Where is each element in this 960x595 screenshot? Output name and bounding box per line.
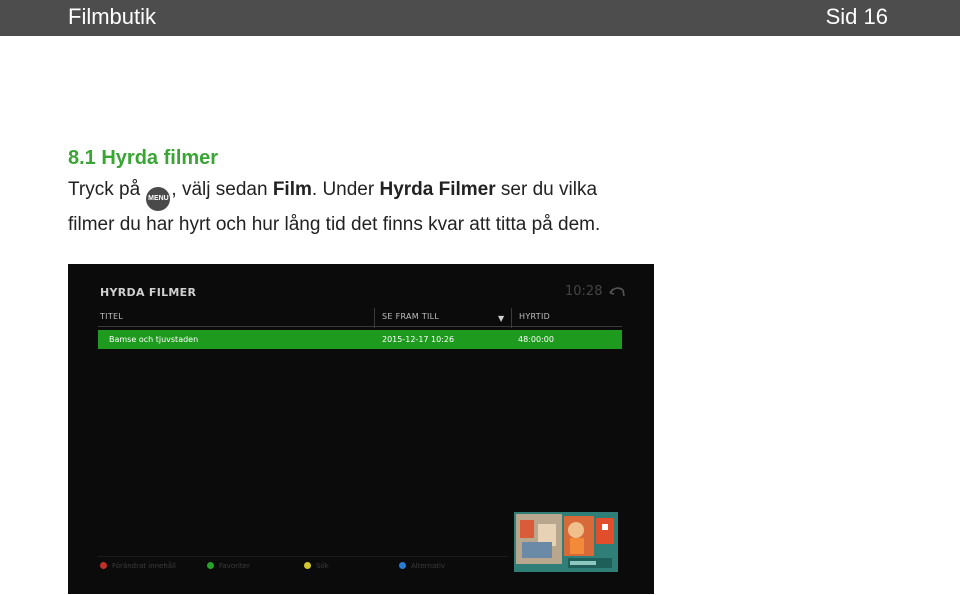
row-title: Bamse och tjuvstaden [109, 335, 199, 344]
green-button-icon [207, 562, 214, 569]
row-watch-until: 2015-12-17 10:26 [382, 335, 455, 344]
column-header-watch-until[interactable]: SE FRAM TILL [382, 312, 439, 330]
text-segment: , välj sedan [171, 179, 273, 200]
page-number: Sid 16 [825, 4, 888, 29]
legend-red[interactable]: Förändrat innehåll [100, 562, 176, 570]
legend-green[interactable]: Favoriter [207, 562, 250, 570]
text-segment: filmer du har hyrt och hur lång tid det … [68, 214, 601, 235]
text-segment: ser du vilka [495, 179, 598, 200]
column-divider [511, 308, 512, 328]
footer-divider [98, 556, 508, 557]
legend-label: Alternativ [411, 562, 446, 570]
hyrda-filmer-term: Hyrda Filmer [379, 179, 496, 200]
page-header: Filmbutik Sid 16 [0, 0, 960, 36]
text-segment: Tryck på [68, 179, 146, 200]
table-row[interactable]: Bamse och tjuvstaden 2015-12-17 10:26 48… [98, 330, 622, 349]
tv-screenshot: HYRDA FILMER 10:28 TITEL SE FRAM TILL ▼ … [68, 264, 654, 594]
row-rental-time: 48:00:00 [518, 335, 554, 344]
red-button-icon [100, 562, 107, 569]
blue-button-icon [399, 562, 406, 569]
back-arrow-icon [609, 287, 625, 297]
header-divider [98, 326, 622, 327]
header-title: Filmbutik [68, 4, 157, 29]
movie-preview-thumbnail [514, 512, 618, 572]
menu-button-icon: MENU [146, 187, 171, 211]
legend-label: Förändrat innehåll [112, 562, 176, 570]
yellow-button-icon [304, 562, 311, 569]
text-segment: . Under [311, 179, 380, 200]
tv-screen-title: HYRDA FILMER [100, 286, 197, 299]
legend-yellow[interactable]: Sök [304, 562, 329, 570]
legend-label: Favoriter [219, 562, 250, 570]
legend-blue[interactable]: Alternativ [399, 562, 445, 570]
film-term: Film [272, 179, 312, 200]
sort-down-icon[interactable]: ▼ [498, 314, 504, 323]
instruction-paragraph: Tryck på MENU, välj sedan Film. Under Hy… [68, 176, 708, 239]
legend-label: Sök [316, 562, 329, 570]
column-divider [374, 308, 375, 328]
column-header-rental-time: HYRTID [519, 312, 551, 321]
column-header-title: TITEL [100, 312, 124, 321]
tv-clock: 10:28 [565, 284, 603, 299]
section-heading: 8.1 Hyrda filmer [68, 147, 219, 169]
